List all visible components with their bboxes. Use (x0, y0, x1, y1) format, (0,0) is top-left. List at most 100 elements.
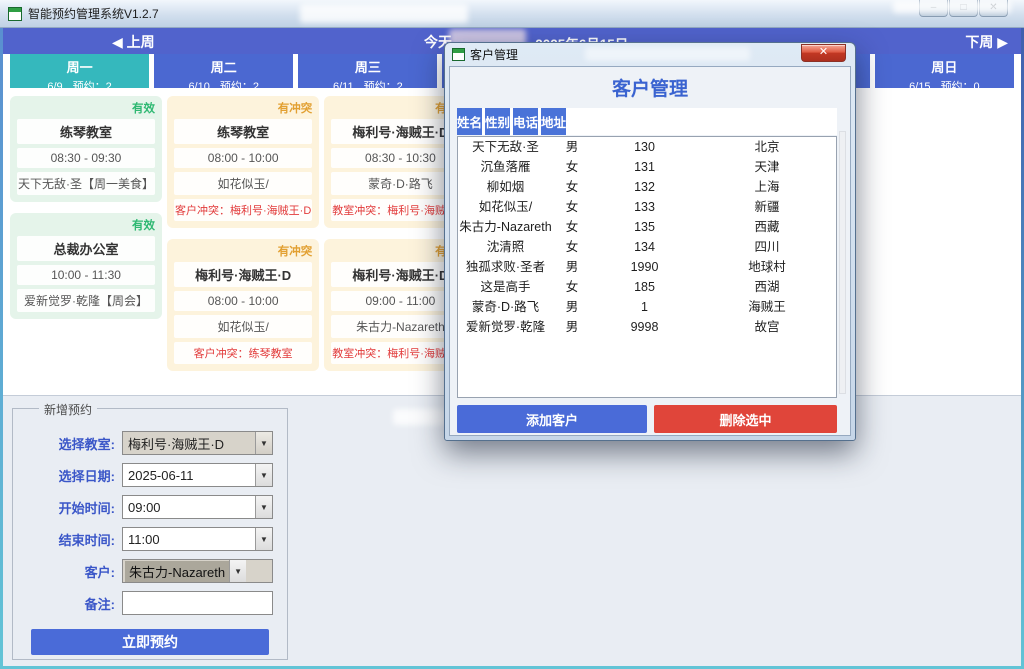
column-header: 电话 (513, 108, 538, 135)
booking-card[interactable]: 有效 总裁办公室 10:00 - 11:30 爱新觉罗·乾隆【周会】 (10, 213, 162, 319)
booking-time: 08:00 - 10:00 (174, 148, 312, 168)
day-label: 周一 (10, 57, 149, 76)
day-header[interactable]: 周日 6/15预约：0 (875, 54, 1014, 88)
dialog-close-button[interactable]: ✕ (801, 44, 846, 62)
booking-room: 梅利号·海贼王·D (174, 262, 312, 287)
redaction-blur (300, 4, 468, 23)
day-column-tuesday: 有冲突 练琴教室 08:00 - 10:00 如花似玉/ 客户冲突：梅利号·海贼… (167, 88, 319, 394)
booking-card[interactable]: 有冲突 梅利号·海贼王·D 08:00 - 10:00 如花似玉/ 客户冲突：练… (167, 239, 319, 371)
cell-phone: 185 (591, 280, 698, 295)
chevron-down-icon[interactable]: ▼ (255, 464, 272, 486)
field-control[interactable]: 2025-06-11 ▼ (122, 463, 273, 487)
cell-phone: 135 (591, 220, 698, 235)
cell-gender: 男 (553, 300, 591, 315)
field-label: 开始时间: (23, 498, 115, 517)
customer-management-dialog: 客户管理 ✕ 客户管理 姓名性别电话地址 天下无敌·圣 男 130 北京 (444, 42, 856, 441)
redaction-blur (393, 409, 450, 425)
field-control[interactable]: 11:00 ▼ (122, 527, 273, 551)
cell-address: 新疆 (698, 200, 836, 215)
delete-selected-button[interactable]: 删除选中 (654, 405, 837, 433)
cell-address: 西湖 (698, 280, 836, 295)
table-row[interactable]: 天下无敌·圣 男 130 北京 (458, 137, 836, 157)
field-value: 09:00 (123, 500, 255, 515)
cell-gender: 女 (553, 200, 591, 215)
chevron-down-icon[interactable]: ▼ (255, 528, 272, 550)
table-row[interactable]: 沈清照 女 134 四川 (458, 237, 836, 257)
table-row[interactable]: 这是高手 女 185 西湖 (458, 277, 836, 297)
chevron-down-icon[interactable]: ▼ (255, 432, 272, 454)
window-border-left (0, 28, 3, 669)
cell-phone: 130 (591, 140, 698, 155)
cell-name: 沉鱼落雁 (458, 160, 553, 175)
table-row[interactable]: 沉鱼落雁 女 131 天津 (458, 157, 836, 177)
field-control[interactable]: 09:00 ▼ (122, 495, 273, 519)
cell-gender: 女 (553, 280, 591, 295)
day-header[interactable]: 周三 6/11预约：2 (298, 54, 437, 88)
day-label: 周二 (154, 57, 293, 76)
table-scrollbar[interactable] (839, 131, 846, 394)
form-row: 选择日期: 2025-06-11 ▼ (23, 463, 273, 487)
field-value: 2025-06-11 (123, 468, 255, 483)
cell-name: 这是高手 (458, 280, 553, 295)
cell-gender: 男 (553, 260, 591, 275)
cell-phone: 133 (591, 200, 698, 215)
cell-gender: 男 (553, 320, 591, 335)
booking-card[interactable]: 有效 练琴教室 08:30 - 09:30 天下无敌·圣【周一美食】 (10, 96, 162, 202)
customer-table: 姓名性别电话地址 天下无敌·圣 男 130 北京 沉鱼落雁 女 131 天津 (457, 108, 837, 398)
booking-time: 08:00 - 10:00 (174, 291, 312, 311)
field-label: 客户: (23, 562, 115, 581)
booking-room: 练琴教室 (17, 119, 155, 144)
form-row: 开始时间: 09:00 ▼ (23, 495, 273, 519)
form-row: 选择教室: 梅利号·海贼王·D ▼ (23, 431, 273, 455)
prev-week-button[interactable]: ◀ 上周 (112, 32, 155, 52)
cell-phone: 131 (591, 160, 698, 175)
booking-customer: 如花似玉/ (174, 315, 312, 338)
booking-customer: 天下无敌·圣【周一美食】 (17, 172, 155, 195)
booking-customer: 爱新觉罗·乾隆【周会】 (17, 289, 155, 312)
field-control[interactable]: 朱古力-Nazareth ▼ (122, 559, 273, 583)
cell-gender: 女 (553, 240, 591, 255)
status-badge: 有效 (17, 217, 155, 232)
field-label: 选择日期: (23, 466, 115, 485)
table-row[interactable]: 柳如烟 女 132 上海 (458, 177, 836, 197)
cell-gender: 女 (553, 160, 591, 175)
next-week-button[interactable]: 下周 ▶ (965, 32, 1008, 52)
field-value: 梅利号·海贼王·D (123, 434, 255, 453)
redaction-blur (893, 0, 1011, 13)
cell-name: 爱新觉罗·乾隆 (458, 320, 553, 335)
form-row: 备注: ▼ (23, 591, 273, 615)
cell-address: 地球村 (698, 260, 836, 275)
cell-gender: 男 (553, 140, 591, 155)
field-control[interactable]: 梅利号·海贼王·D ▼ (122, 431, 273, 455)
dialog-body: 客户管理 姓名性别电话地址 天下无敌·圣 男 130 北京 沉鱼落雁 女 (449, 66, 851, 436)
booking-room: 练琴教室 (174, 119, 312, 144)
day-header[interactable]: 周二 6/10预约：2 (154, 54, 293, 88)
app-icon (8, 7, 22, 21)
day-header[interactable]: 周一 6/9预约：2 (10, 54, 149, 88)
field-label: 选择教室: (23, 434, 115, 453)
table-row[interactable]: 如花似玉/ 女 133 新疆 (458, 197, 836, 217)
cell-phone: 134 (591, 240, 698, 255)
column-header: 姓名 (457, 108, 482, 135)
booking-card[interactable]: 有冲突 练琴教室 08:00 - 10:00 如花似玉/ 客户冲突：梅利号·海贼… (167, 96, 319, 228)
table-row[interactable]: 爱新觉罗·乾隆 男 9998 故宫 (458, 317, 836, 337)
cell-name: 朱古力-Nazareth (458, 220, 553, 235)
field-value: 朱古力-Nazareth (125, 561, 229, 582)
table-row[interactable]: 蒙奇·D·路飞 男 1 海贼王 (458, 297, 836, 317)
new-booking-groupbox: 新增预约 选择教室: 梅利号·海贼王·D ▼ 选择日期: 2025-06-11 … (12, 408, 288, 660)
field-label: 备注: (23, 594, 115, 613)
chevron-down-icon[interactable]: ▼ (229, 560, 246, 582)
table-row[interactable]: 朱古力-Nazareth 女 135 西藏 (458, 217, 836, 237)
dialog-icon (452, 48, 465, 61)
cell-phone: 1 (591, 300, 698, 315)
add-customer-button[interactable]: 添加客户 (457, 405, 647, 433)
field-label: 结束时间: (23, 530, 115, 549)
book-now-button[interactable]: 立即预约 (31, 629, 269, 655)
chevron-down-icon[interactable]: ▼ (255, 496, 272, 518)
new-booking-form: 选择教室: 梅利号·海贼王·D ▼ 选择日期: 2025-06-11 ▼ 开始时… (13, 409, 287, 615)
field-control[interactable]: ▼ (122, 591, 273, 615)
day-label: 周日 (875, 57, 1014, 76)
cell-name: 柳如烟 (458, 180, 553, 195)
table-row[interactable]: 独孤求败·圣者 男 1990 地球村 (458, 257, 836, 277)
form-row: 客户: 朱古力-Nazareth ▼ (23, 559, 273, 583)
